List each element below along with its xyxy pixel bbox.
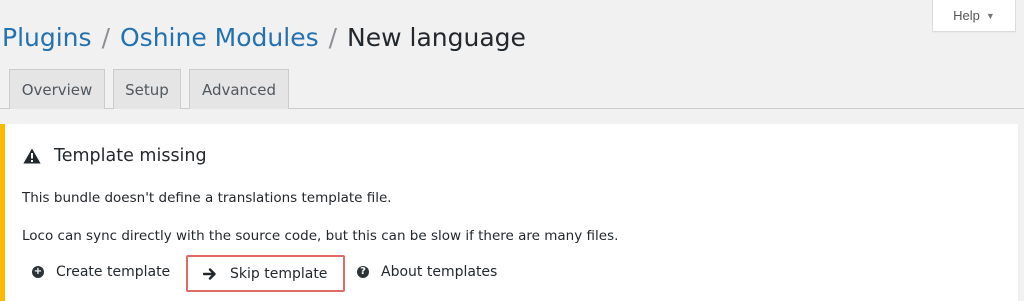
tab-bar: Overview Setup Advanced bbox=[0, 68, 1024, 109]
help-circle-icon: ? bbox=[357, 266, 369, 278]
skip-template-link[interactable]: Skip template bbox=[186, 255, 345, 292]
breadcrumb: Plugins / Oshine Modules / New language bbox=[2, 19, 526, 57]
about-templates-link[interactable]: ? About templates bbox=[357, 264, 497, 280]
about-templates-label: About templates bbox=[381, 264, 498, 280]
breadcrumb-separator: / bbox=[101, 23, 110, 52]
warning-notice: Template missing This bundle doesn't def… bbox=[0, 124, 1018, 301]
skip-template-label: Skip template bbox=[230, 265, 328, 282]
help-tab-button[interactable]: Help ▼ bbox=[932, 0, 1016, 32]
page-title: New language bbox=[347, 23, 526, 52]
help-label: Help bbox=[953, 8, 980, 23]
arrow-right-icon bbox=[203, 267, 216, 280]
breadcrumb-plugins-link[interactable]: Plugins bbox=[2, 23, 92, 52]
notice-text-template: This bundle doesn't define a translation… bbox=[22, 190, 392, 206]
create-template-label: Create template bbox=[56, 264, 171, 280]
tab-setup[interactable]: Setup bbox=[113, 69, 181, 109]
create-template-link[interactable]: + Create template bbox=[32, 264, 170, 280]
notice-actions: + Create template Skip template ? About … bbox=[5, 255, 1018, 293]
breadcrumb-separator: / bbox=[328, 23, 338, 52]
caret-down-icon: ▼ bbox=[985, 10, 995, 21]
tab-advanced-label: Advanced bbox=[201, 80, 277, 99]
notice-title: Template missing bbox=[54, 146, 207, 166]
notice-heading: Template missing bbox=[23, 146, 207, 166]
breadcrumb-module-link[interactable]: Oshine Modules bbox=[120, 23, 319, 52]
warning-icon bbox=[23, 148, 41, 164]
tab-overview-label: Overview bbox=[21, 80, 93, 99]
tab-advanced[interactable]: Advanced bbox=[189, 69, 289, 109]
plus-circle-icon: + bbox=[32, 266, 44, 278]
tab-overview[interactable]: Overview bbox=[9, 69, 105, 109]
notice-text-sync: Loco can sync directly with the source c… bbox=[22, 228, 619, 244]
tab-setup-label: Setup bbox=[125, 80, 169, 99]
